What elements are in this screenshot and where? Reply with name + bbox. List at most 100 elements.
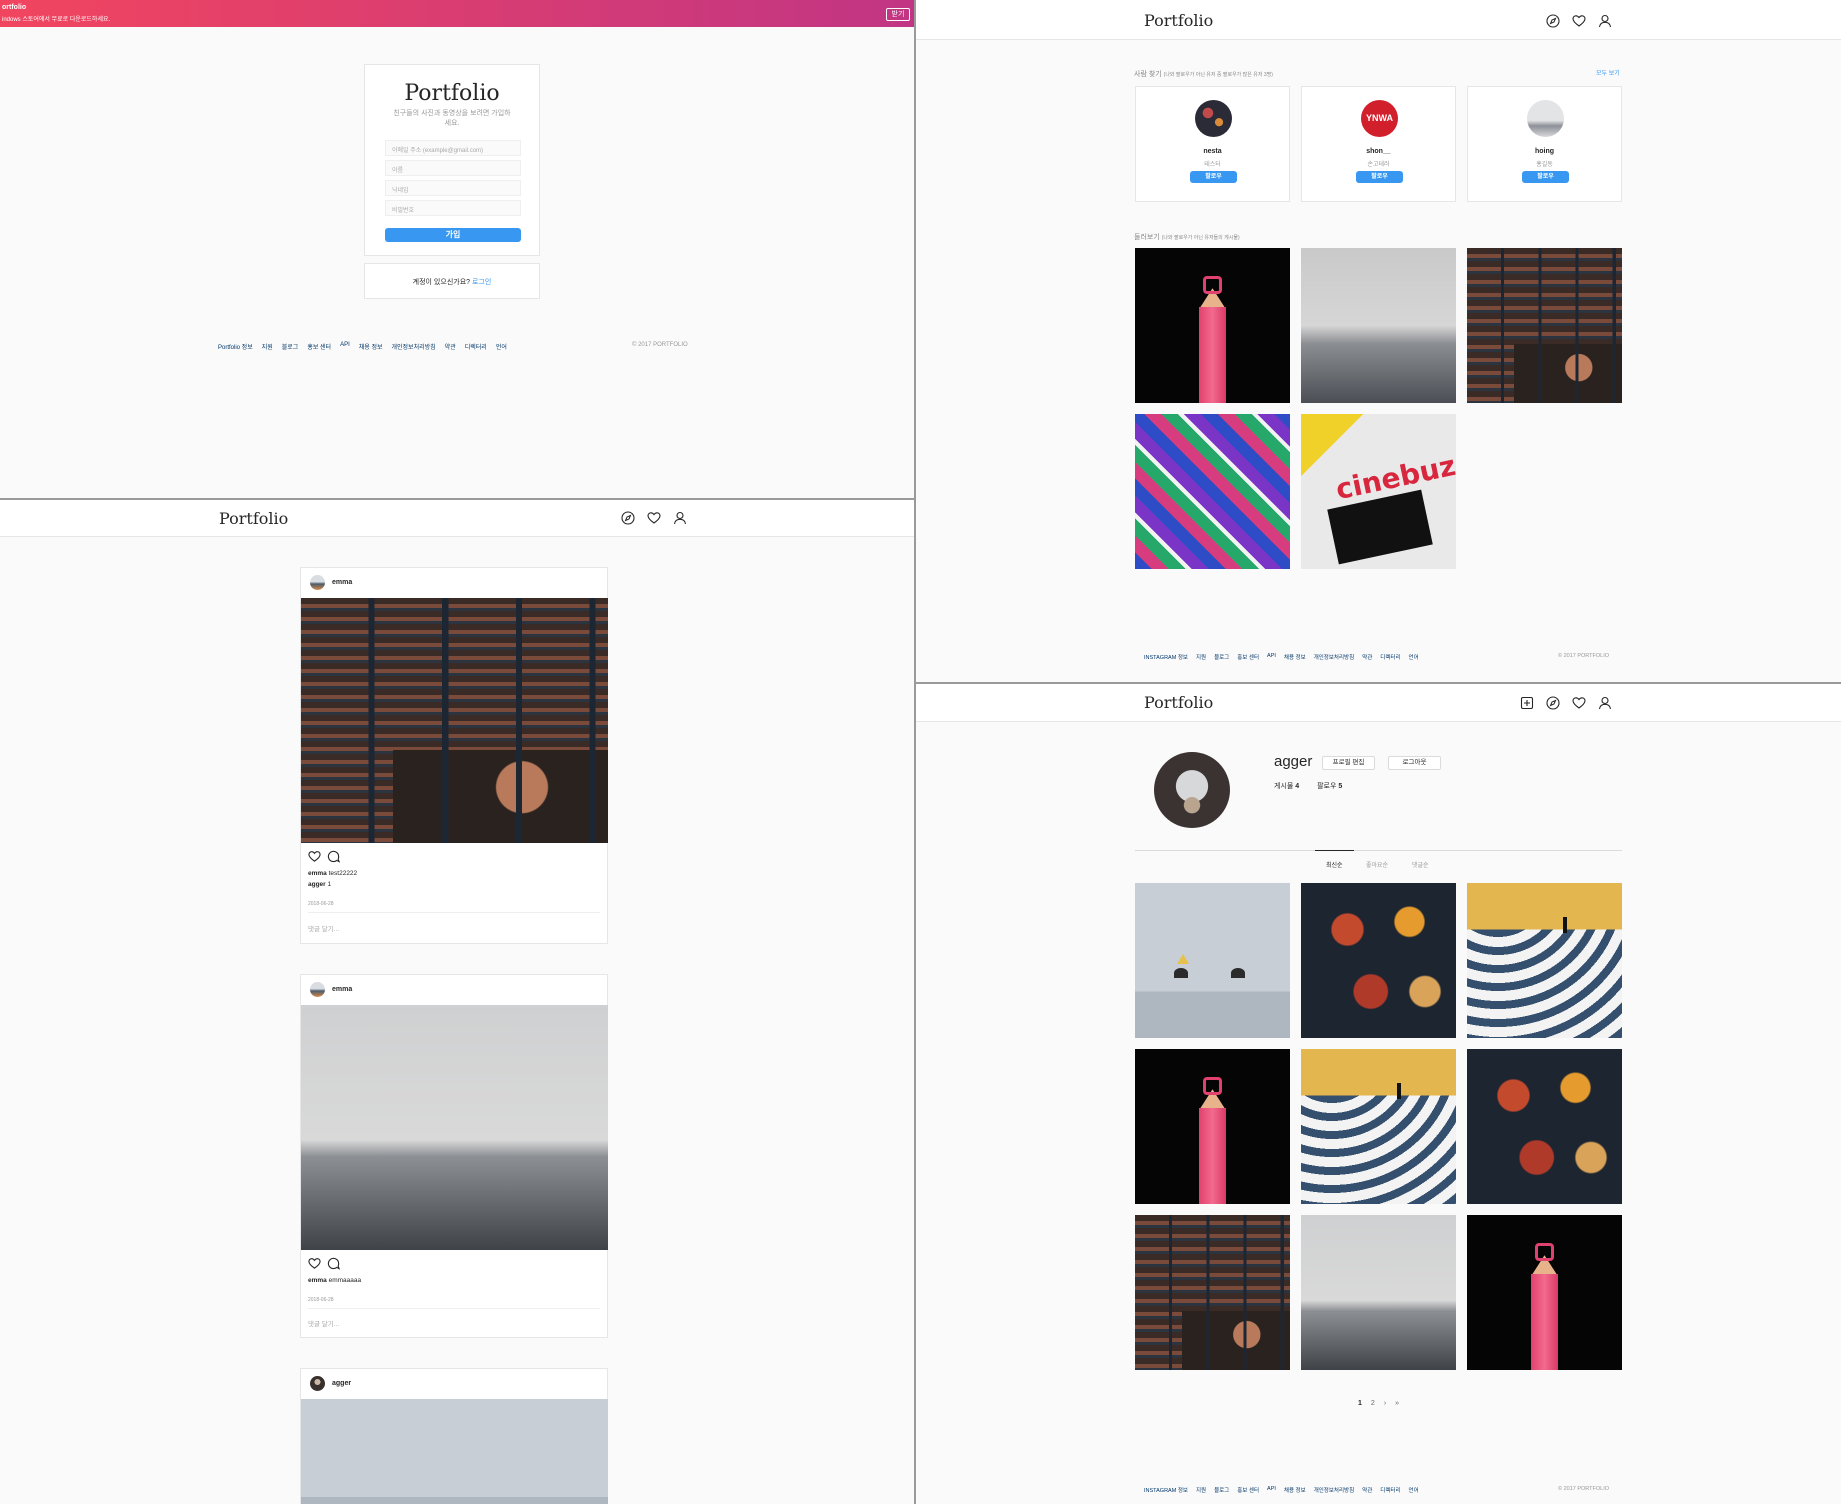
edit-profile-button[interactable]: 프로필 편집: [1322, 756, 1375, 770]
signup-button[interactable]: 가입: [385, 228, 521, 242]
comment-icon[interactable]: [327, 1257, 340, 1270]
footer-link[interactable]: 지원: [262, 342, 273, 351]
footer-link[interactable]: 약관: [1362, 1486, 1372, 1494]
post-image[interactable]: [301, 1399, 608, 1504]
comment-icon[interactable]: [327, 850, 340, 863]
explore-post-thumbnail[interactable]: [1301, 248, 1456, 403]
heart-icon[interactable]: [308, 1257, 321, 1270]
footer-link[interactable]: 블로그: [1214, 1486, 1229, 1494]
profile-post-thumbnail[interactable]: [1301, 1215, 1456, 1370]
post-author[interactable]: emma: [332, 579, 352, 586]
compass-icon[interactable]: [621, 511, 635, 525]
compass-icon[interactable]: [1546, 14, 1560, 28]
avatar[interactable]: [1527, 100, 1564, 137]
follow-button[interactable]: 팔로우: [1190, 171, 1237, 183]
explore-post-thumbnail[interactable]: cinebuz: [1301, 414, 1456, 569]
comment-username[interactable]: agger: [308, 881, 326, 888]
tab-comments[interactable]: 댓글순: [1412, 860, 1429, 869]
profile-post-thumbnail[interactable]: [1467, 1049, 1622, 1204]
next-page-button[interactable]: ›: [1384, 1400, 1386, 1407]
footer-link[interactable]: API: [340, 342, 350, 351]
caption-username[interactable]: emma: [308, 870, 327, 877]
footer-link[interactable]: 디렉터리: [465, 342, 487, 351]
footer-link[interactable]: 홍보 센터: [307, 342, 331, 351]
footer-link[interactable]: API: [1267, 1486, 1276, 1494]
heart-icon[interactable]: [308, 850, 321, 863]
email-field[interactable]: 이메일 주소 (example@gmail.com): [385, 140, 521, 156]
footer-link[interactable]: 언어: [1409, 653, 1419, 661]
footer-link[interactable]: API: [1267, 653, 1276, 661]
tab-latest[interactable]: 최신순: [1326, 860, 1343, 869]
login-link[interactable]: 로그인: [472, 279, 491, 286]
nav-logo[interactable]: Portfolio: [219, 509, 288, 528]
post-author[interactable]: agger: [332, 1380, 351, 1387]
password-field[interactable]: 비밀번호: [385, 200, 521, 216]
footer-link[interactable]: 개인정보처리방침: [1314, 1486, 1354, 1494]
last-page-button[interactable]: »: [1395, 1400, 1399, 1407]
profile-post-thumbnail[interactable]: [1135, 1049, 1290, 1204]
profile-post-thumbnail[interactable]: [1135, 883, 1290, 1038]
post-image[interactable]: [301, 1005, 608, 1250]
footer-link[interactable]: 지원: [1196, 1486, 1206, 1494]
person-username[interactable]: hoing: [1468, 148, 1621, 155]
profile-icon[interactable]: [1598, 696, 1612, 710]
comment-input[interactable]: 댓글 달기...: [308, 923, 339, 933]
following-label[interactable]: 팔로우: [1317, 783, 1336, 790]
footer-link[interactable]: 채용 정보: [359, 342, 383, 351]
profile-icon[interactable]: [673, 511, 687, 525]
compass-icon[interactable]: [1546, 696, 1560, 710]
person-username[interactable]: nesta: [1136, 148, 1289, 155]
avatar[interactable]: [310, 575, 325, 590]
avatar[interactable]: [310, 1376, 325, 1391]
profile-post-thumbnail[interactable]: [1301, 1049, 1456, 1204]
footer-link[interactable]: 채용 정보: [1284, 653, 1306, 661]
footer-link[interactable]: 홍보 센터: [1237, 1486, 1259, 1494]
footer-link[interactable]: INSTAGRAM 정보: [1144, 1486, 1188, 1494]
footer-link[interactable]: 디렉터리: [1380, 1486, 1400, 1494]
name-field[interactable]: 이름: [385, 160, 521, 176]
explore-post-thumbnail[interactable]: [1135, 414, 1290, 569]
tab-likes[interactable]: 좋아요순: [1366, 860, 1388, 869]
footer-link[interactable]: 약관: [1362, 653, 1372, 661]
footer-link[interactable]: 채용 정보: [1284, 1486, 1306, 1494]
follow-button[interactable]: 팔로우: [1522, 171, 1569, 183]
follow-button[interactable]: 팔로우: [1356, 171, 1403, 183]
comment-input[interactable]: 댓글 달기...: [308, 1318, 339, 1328]
footer-link[interactable]: 언어: [496, 342, 507, 351]
page-1[interactable]: 1: [1358, 1400, 1362, 1407]
banner-get-button[interactable]: 받기: [886, 8, 910, 21]
footer-link[interactable]: 블로그: [282, 342, 299, 351]
footer-link[interactable]: 개인정보처리방침: [1314, 653, 1354, 661]
heart-icon[interactable]: [1572, 14, 1586, 28]
page-2[interactable]: 2: [1371, 1400, 1375, 1407]
post-image[interactable]: [301, 598, 608, 843]
footer-link[interactable]: 개인정보처리방침: [392, 342, 436, 351]
footer-link[interactable]: 언어: [1409, 1486, 1419, 1494]
footer-link[interactable]: 지원: [1196, 653, 1206, 661]
nav-logo[interactable]: Portfolio: [1144, 11, 1213, 30]
add-post-icon[interactable]: [1520, 696, 1534, 710]
person-username[interactable]: shon__: [1302, 148, 1455, 155]
explore-post-thumbnail[interactable]: [1135, 248, 1290, 403]
profile-post-thumbnail[interactable]: [1301, 883, 1456, 1038]
logout-button[interactable]: 로그아웃: [1388, 756, 1441, 770]
following-count[interactable]: 5: [1338, 783, 1342, 790]
footer-link[interactable]: 홍보 센터: [1237, 653, 1259, 661]
nickname-field[interactable]: 닉네임: [385, 180, 521, 196]
explore-post-thumbnail[interactable]: [1467, 248, 1622, 403]
avatar[interactable]: [310, 982, 325, 997]
post-author[interactable]: emma: [332, 986, 352, 993]
footer-link[interactable]: 약관: [445, 342, 456, 351]
profile-post-thumbnail[interactable]: [1467, 883, 1622, 1038]
heart-icon[interactable]: [1572, 696, 1586, 710]
heart-icon[interactable]: [647, 511, 661, 525]
footer-link[interactable]: 디렉터리: [1380, 653, 1400, 661]
profile-avatar[interactable]: [1154, 752, 1230, 828]
profile-post-thumbnail[interactable]: [1135, 1215, 1290, 1370]
footer-link[interactable]: 블로그: [1214, 653, 1229, 661]
profile-icon[interactable]: [1598, 14, 1612, 28]
see-all-link[interactable]: 모두 보기: [1596, 68, 1620, 77]
avatar[interactable]: [1195, 100, 1232, 137]
footer-link[interactable]: INSTAGRAM 정보: [1144, 653, 1188, 661]
footer-link[interactable]: Portfolio 정보: [218, 342, 253, 351]
